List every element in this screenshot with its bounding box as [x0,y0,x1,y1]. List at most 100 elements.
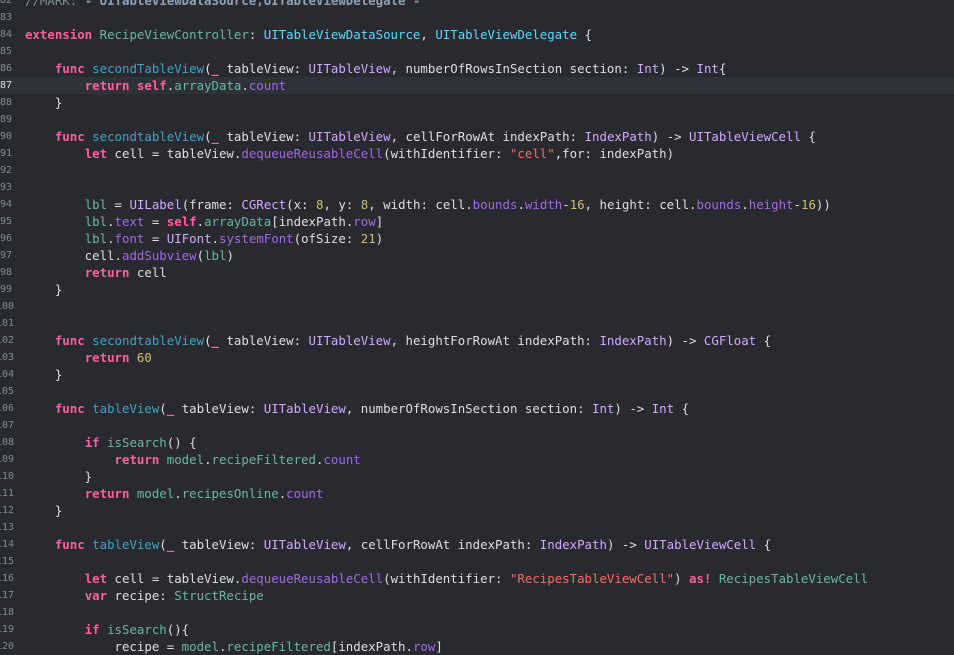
code-token: ) -> [606,537,645,552]
code-line[interactable]: 88 } [0,94,954,111]
code-line[interactable]: 112 } [0,502,954,519]
code-token: . [517,197,525,212]
code-token: count [248,78,287,93]
code-line[interactable]: 117 var recipe: StructRecipe [0,587,954,604]
code-token: CGFloat [703,333,757,348]
code-token: Int [696,61,719,76]
code-line-current[interactable]: 87 return self.arrayData.count [0,77,954,94]
line-number: 84 [0,29,13,40]
line-number: 97 [0,250,13,261]
code-token: row [412,639,436,654]
line-number: 108 [0,437,14,448]
line-number: 101 [0,318,14,329]
code-text: return 60 [25,349,152,366]
line-number: 99 [0,284,13,295]
code-token: RecipeViewController [99,27,249,42]
code-text: return cell [25,264,167,281]
code-line[interactable]: 94 lbl = UILabel(frame: CGRect(x: 8, y: … [0,196,954,213]
code-token: row [353,214,376,229]
code-line[interactable]: 97 cell.addSubview(lbl) [0,247,954,264]
code-token: count [323,452,361,467]
code-token: UITableViewCell [689,129,801,144]
code-token: , y: [323,197,361,212]
code-line[interactable]: 100 [0,298,954,315]
code-line[interactable]: 102 func secondtableView(_ tableView: UI… [0,332,954,349]
line-number: 90 [0,131,13,142]
code-line[interactable]: 89 [0,111,954,128]
code-token: extension [25,27,93,42]
code-line[interactable]: 85 [0,43,954,60]
code-line[interactable]: 106 func tableView(_ tableView: UITableV… [0,400,954,417]
code-line[interactable]: 109 return model.recipeFiltered.count [0,451,954,468]
code-line[interactable]: 105 [0,383,954,400]
line-number: 83 [0,12,13,23]
code-token: func [54,333,85,348]
code-token: height [748,197,794,212]
code-line[interactable]: 110 } [0,468,954,485]
code-token: . [174,486,182,501]
line-number: 85 [0,46,13,57]
code-token: (frame: [181,197,242,212]
code-line[interactable]: 93 [0,179,954,196]
code-line[interactable]: 113 [0,519,954,536]
code-token: () { [166,435,197,450]
code-line[interactable]: 114 func tableView(_ tableView: UITableV… [0,536,954,553]
code-line[interactable]: 96 lbl.font = UIFont.systemFont(ofSize: … [0,230,954,247]
code-line[interactable]: 108 if isSearch() { [0,434,954,451]
code-token: ) [674,571,689,586]
line-number: 88 [0,97,13,108]
code-token: if [84,622,100,637]
code-line[interactable]: 119 if isSearch(){ [0,621,954,638]
code-line[interactable]: 115 [0,553,954,570]
code-line[interactable]: 90 func secondtableView(_ tableView: UIT… [0,128,954,145]
code-token: - [793,197,801,212]
code-line[interactable]: 98 return cell [0,264,954,281]
code-token: , cellForRowAt indexPath: [390,129,585,144]
code-token: IndexPath [599,333,667,348]
code-line[interactable]: 104 } [0,366,954,383]
code-token: self [136,78,167,93]
code-token: , [420,27,436,42]
line-number: 104 [0,369,14,380]
code-line[interactable]: 84 extension RecipeViewController: UITabl… [0,26,954,43]
code-line[interactable]: 107 [0,417,954,434]
code-line[interactable]: 120 recipe = model.recipeFiltered[indexP… [0,638,954,655]
code-token: cell = tableView. [107,146,242,161]
code-editor[interactable]: 82//MARK: - UITableViewDataSource,UITabl… [0,0,954,655]
code-token: . [241,78,249,93]
code-text: return model.recipesOnline.count [25,485,324,502]
code-text: let cell = tableView.dequeueReusableCell… [25,145,674,162]
code-text: lbl = UILabel(frame: CGRect(x: 8, y: 8, … [25,196,831,213]
code-text: cell.addSubview(lbl) [25,247,234,264]
code-text: func secondtableView(_ tableView: UITabl… [25,332,771,349]
code-token: tableView: [219,61,309,76]
code-line[interactable]: 116 let cell = tableView.dequeueReusable… [0,570,954,587]
code-token: bounds [696,197,742,212]
code-token: addSubview [121,248,197,263]
code-line[interactable]: 111 return model.recipesOnline.count [0,485,954,502]
code-token: tableView: [174,401,264,416]
code-line[interactable]: 82 //MARK: - UITableViewDataSource,UITabl… [0,0,954,9]
code-token: ) -> [614,401,652,416]
code-token: ] [375,214,384,229]
code-text: lbl.text = self.arrayData[indexPath.row] [25,213,383,230]
code-line[interactable]: 99 } [0,281,954,298]
code-token: ) [226,248,234,263]
code-token: isSearch [107,435,167,450]
code-line[interactable]: 86 func secondTableView(_ tableView: UIT… [0,60,954,77]
code-line[interactable]: 118 [0,604,954,621]
code-token: model [181,639,219,654]
code-line[interactable]: 91 let cell = tableView.dequeueReusableC… [0,145,954,162]
code-line[interactable]: 92 [0,162,954,179]
code-line[interactable]: 95 lbl.text = self.arrayData[indexPath.r… [0,213,954,230]
code-line[interactable]: 101 [0,315,954,332]
code-token: tableView [92,401,160,416]
code-line[interactable]: 83 [0,9,954,26]
code-line[interactable]: 103 return 60 [0,349,954,366]
